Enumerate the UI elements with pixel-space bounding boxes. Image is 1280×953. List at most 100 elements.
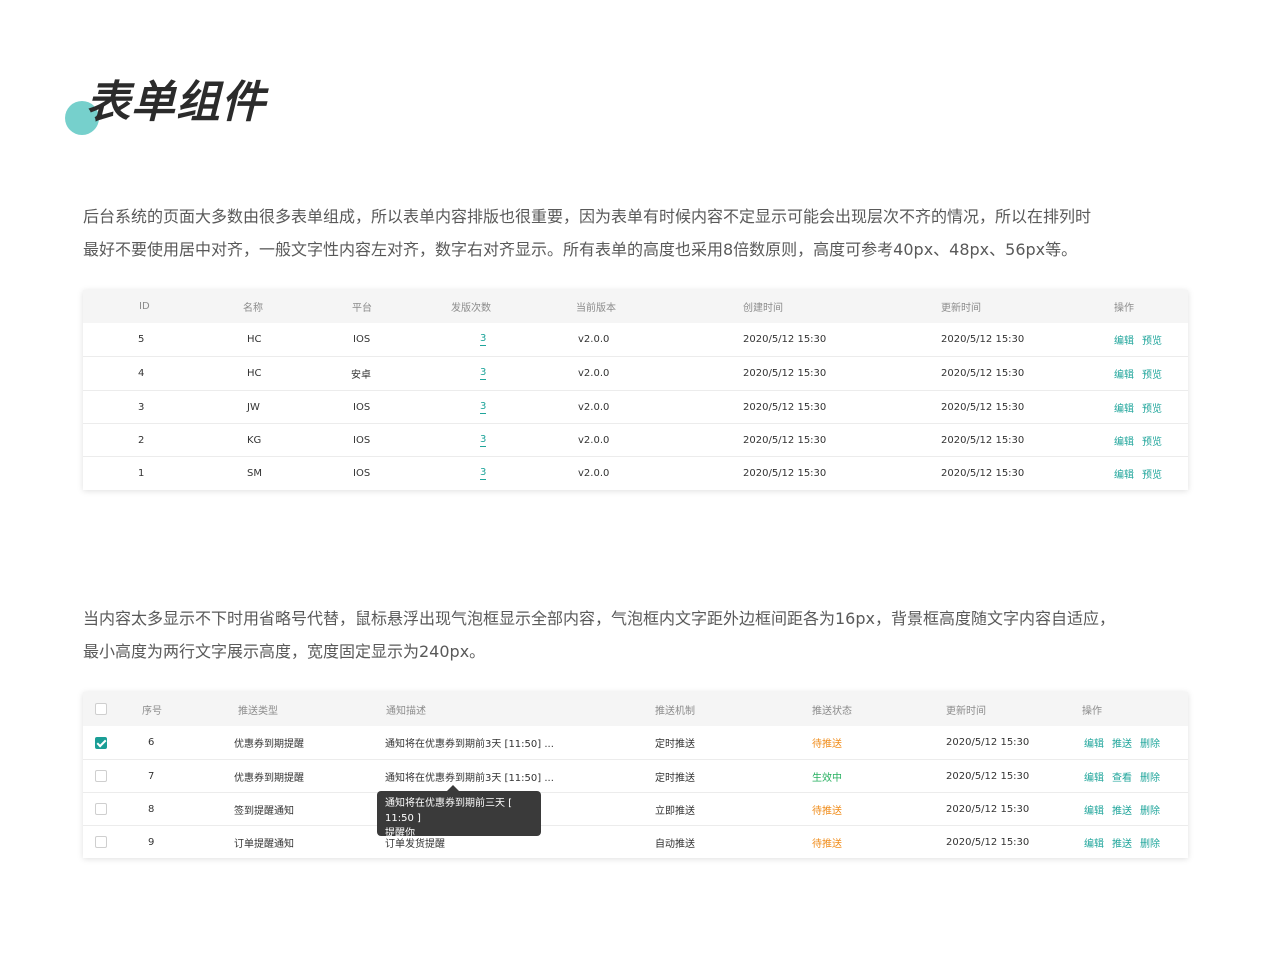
select-all-checkbox[interactable]	[95, 703, 107, 715]
intro-paragraph-2: 当内容太多显示不下时用省略号代替，鼠标悬浮出现气泡框显示全部内容，气泡框内文字距…	[83, 602, 1193, 668]
tooltip-line: 提醒你	[385, 828, 415, 839]
view-button[interactable]: 查看	[1112, 769, 1132, 784]
cell-platform: IOS	[353, 468, 371, 479]
release-count-link[interactable]: 3	[480, 434, 487, 447]
edit-button[interactable]: 编辑	[1114, 332, 1134, 347]
cell-platform: 安卓	[351, 370, 371, 381]
edit-button[interactable]: 编辑	[1114, 466, 1134, 481]
delete-button[interactable]: 删除	[1140, 769, 1160, 784]
column-header-created: 创建时间	[743, 303, 783, 314]
push-button[interactable]: 推送	[1112, 802, 1132, 817]
column-header-version: 当前版本	[576, 303, 616, 314]
cell-created: 2020/5/12 15:30	[743, 368, 827, 379]
column-header-platform: 平台	[352, 303, 372, 314]
table-header-row: 序号 推送类型 通知描述 推送机制 推送状态 更新时间 操作	[83, 692, 1188, 726]
cell-platform: IOS	[353, 434, 371, 446]
table-row: 9 订单提醒通知 订单发货提醒 自动推送 待推送 2020/5/12 15:30…	[83, 825, 1188, 858]
column-header-updated: 更新时间	[946, 705, 986, 717]
cell-mechanism: 定时推送	[655, 739, 695, 750]
column-header-updated: 更新时间	[941, 303, 981, 314]
column-header-name: 名称	[243, 303, 263, 314]
cell-id: 4	[138, 368, 145, 379]
column-header-actions: 操作	[1082, 705, 1102, 717]
preview-button[interactable]: 预览	[1142, 366, 1162, 381]
page-title: 表单组件	[86, 77, 266, 128]
row-checkbox[interactable]	[95, 736, 107, 749]
cell-name: JW	[247, 401, 260, 413]
column-header-status: 推送状态	[812, 705, 852, 717]
table-row: 7 优惠券到期提醒 通知将在优惠券到期前3天 [11:50] ... 定时推送 …	[83, 759, 1188, 792]
table-row: 5 HC IOS 3 v2.0.0 2020/5/12 15:30 2020/5…	[83, 323, 1188, 356]
table-row: 4 HC 安卓 3 v2.0.0 2020/5/12 15:30 2020/5/…	[83, 356, 1188, 390]
edit-button[interactable]: 编辑	[1084, 835, 1104, 850]
push-button[interactable]: 推送	[1112, 835, 1132, 850]
cell-id: 3	[138, 401, 145, 413]
cell-mechanism: 立即推送	[655, 805, 695, 817]
column-header-id: ID	[139, 301, 150, 312]
intro-line: 最好不要使用居中对齐，一般文字性内容左对齐，数字右对齐显示。所有表单的高度也采用…	[83, 240, 1078, 259]
cell-updated: 2020/5/12 15:30	[946, 836, 1030, 848]
edit-button[interactable]: 编辑	[1084, 802, 1104, 817]
delete-button[interactable]: 删除	[1140, 835, 1160, 850]
cell-name: HC	[247, 368, 262, 379]
release-count-link[interactable]: 3	[480, 367, 487, 380]
table-row: 2 KG IOS 3 v2.0.0 2020/5/12 15:30 2020/5…	[83, 423, 1188, 456]
description-tooltip: 通知将在优惠券到期前三天 [ 11:50 ] 提醒你	[377, 785, 541, 839]
column-header-release-count: 发版次数	[451, 303, 491, 314]
cell-desc[interactable]: 通知将在优惠券到期前3天 [11:50] ...	[385, 726, 554, 759]
cell-no: 6	[148, 737, 155, 748]
cell-version: v2.0.0	[578, 401, 610, 413]
cell-created: 2020/5/12 15:30	[743, 434, 827, 446]
table-row: 3 JW IOS 3 v2.0.0 2020/5/12 15:30 2020/5…	[83, 390, 1188, 423]
table-row: 1 SM IOS 3 v2.0.0 2020/5/12 15:30 2020/5…	[83, 456, 1188, 490]
cell-id: 2	[138, 434, 145, 446]
preview-button[interactable]: 预览	[1142, 466, 1162, 481]
table-header-row: ID 名称 平台 发版次数 当前版本 创建时间 更新时间 操作	[83, 290, 1188, 323]
cell-updated: 2020/5/12 15:30	[946, 803, 1030, 815]
push-notification-table: 序号 推送类型 通知描述 推送机制 推送状态 更新时间 操作 6 优惠券到期提醒…	[83, 692, 1188, 858]
edit-button[interactable]: 编辑	[1084, 735, 1104, 750]
cell-id: 1	[138, 468, 145, 479]
cell-id: 5	[138, 334, 145, 345]
edit-button[interactable]: 编辑	[1084, 769, 1104, 784]
cell-mechanism: 定时推送	[655, 772, 695, 784]
push-button[interactable]: 推送	[1112, 735, 1132, 750]
cell-created: 2020/5/12 15:30	[743, 401, 827, 413]
intro-line: 最小高度为两行文字展示高度，宽度固定显示为240px。	[83, 642, 486, 661]
cell-updated: 2020/5/12 15:30	[941, 334, 1025, 345]
tooltip-line: 通知将在优惠券到期前三天 [ 11:50 ]	[385, 798, 513, 824]
row-checkbox[interactable]	[95, 836, 107, 848]
cell-name: SM	[247, 468, 262, 479]
cell-type: 订单提醒通知	[234, 838, 294, 850]
preview-button[interactable]: 预览	[1142, 400, 1162, 415]
column-header-desc: 通知描述	[386, 705, 426, 717]
cell-no: 9	[148, 836, 155, 848]
release-count-link[interactable]: 3	[480, 401, 487, 414]
preview-button[interactable]: 预览	[1142, 433, 1162, 448]
cell-updated: 2020/5/12 15:30	[946, 737, 1030, 748]
cell-version: v2.0.0	[578, 368, 610, 379]
cell-type: 优惠券到期提醒	[234, 772, 304, 784]
row-checkbox[interactable]	[95, 803, 107, 815]
edit-button[interactable]: 编辑	[1114, 433, 1134, 448]
column-header-actions: 操作	[1114, 303, 1134, 314]
edit-button[interactable]: 编辑	[1114, 366, 1134, 381]
row-checkbox[interactable]	[95, 770, 107, 782]
delete-button[interactable]: 删除	[1140, 802, 1160, 817]
cell-version: v2.0.0	[578, 434, 610, 446]
edit-button[interactable]: 编辑	[1114, 400, 1134, 415]
status-badge: 待推送	[812, 805, 842, 817]
page-header: 表单组件	[64, 74, 304, 138]
intro-line: 后台系统的页面大多数由很多表单组成，所以表单内容排版也很重要，因为表单有时候内容…	[83, 207, 1092, 226]
cell-mechanism: 自动推送	[655, 838, 695, 850]
cell-desc[interactable]: 通知将在优惠券到期前3天 [11:50] ...	[385, 760, 554, 792]
cell-updated: 2020/5/12 15:30	[941, 401, 1025, 413]
release-count-link[interactable]: 3	[480, 467, 487, 480]
preview-button[interactable]: 预览	[1142, 332, 1162, 347]
release-table: ID 名称 平台 发版次数 当前版本 创建时间 更新时间 操作 5 HC IOS…	[83, 290, 1188, 490]
column-header-no: 序号	[142, 705, 162, 717]
delete-button[interactable]: 删除	[1140, 735, 1160, 750]
release-count-link[interactable]: 3	[480, 333, 487, 346]
cell-version: v2.0.0	[578, 468, 610, 479]
cell-updated: 2020/5/12 15:30	[941, 434, 1025, 446]
